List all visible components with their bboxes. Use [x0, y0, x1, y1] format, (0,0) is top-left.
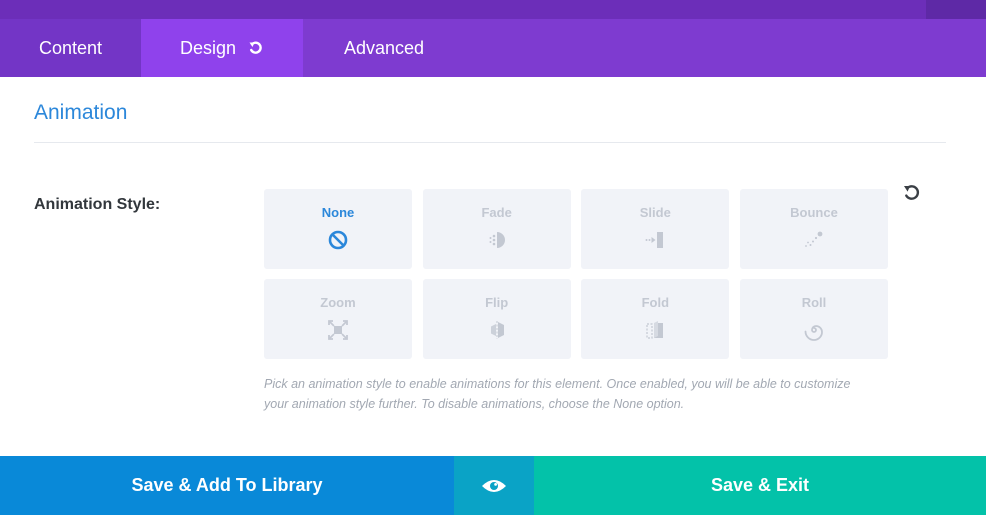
option-label: Fold — [641, 295, 670, 310]
save-add-to-library-button[interactable]: Save & Add To Library — [0, 456, 454, 515]
tab-advanced-label: Advanced — [343, 37, 425, 58]
tab-advanced[interactable]: Advanced — [303, 19, 465, 77]
animation-option-fold[interactable]: Fold — [581, 279, 730, 359]
tab-design[interactable]: Design — [141, 19, 303, 77]
preview-button[interactable] — [454, 456, 534, 515]
option-label: Bounce — [790, 205, 838, 220]
animation-help-text: Pick an animation style to enable animat… — [264, 377, 851, 411]
reset-icon[interactable] — [902, 183, 922, 203]
animation-option-zoom[interactable]: Zoom — [264, 279, 412, 359]
animation-option-flip[interactable]: Flip — [422, 279, 571, 359]
fade-icon — [489, 232, 505, 248]
animation-option-bounce[interactable]: Bounce — [739, 189, 888, 269]
top-bar — [0, 0, 986, 19]
option-label: Roll — [801, 295, 827, 310]
animation-style-label: Animation Style: — [34, 196, 161, 213]
animation-option-none[interactable]: None — [264, 189, 412, 269]
bounce-icon — [805, 231, 823, 247]
tab-content-label: Content — [38, 37, 103, 58]
option-label: None — [321, 205, 355, 220]
tab-content[interactable]: Content — [0, 19, 141, 77]
eye-icon — [482, 479, 506, 492]
option-label: Zoom — [320, 295, 356, 310]
animation-option-roll[interactable]: Roll — [739, 279, 888, 359]
save-exit-button[interactable]: Save & Exit — [534, 456, 986, 515]
section-divider — [34, 142, 946, 143]
zoom-icon — [328, 320, 348, 340]
none-icon — [328, 230, 348, 250]
tab-design-label: Design — [179, 37, 237, 58]
option-label: Slide — [639, 205, 671, 220]
option-label: Flip — [485, 295, 509, 310]
option-label: Fade — [481, 205, 512, 220]
flip-icon — [490, 321, 504, 339]
settings-tabs: Content Design Advanced — [0, 19, 986, 77]
footer-actions: Save & Add To Library Save & Exit — [0, 456, 986, 515]
roll-icon — [804, 325, 823, 341]
animation-style-options: None Fade Slide Bounce Zoom Flip Fold Ro… — [264, 189, 888, 359]
top-bar-corner — [926, 0, 986, 19]
animation-option-fade[interactable]: Fade — [422, 189, 571, 269]
slide-icon — [645, 232, 664, 248]
section-title[interactable]: Animation — [34, 101, 127, 125]
undo-icon[interactable] — [248, 40, 264, 56]
fold-icon — [646, 321, 664, 339]
animation-option-slide[interactable]: Slide — [581, 189, 730, 269]
